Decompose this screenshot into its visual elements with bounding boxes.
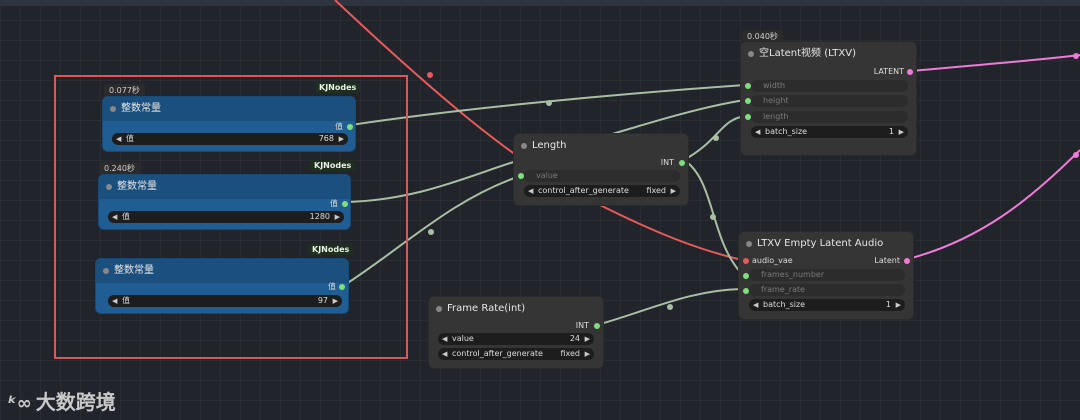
frame-rate-node[interactable]: Frame Rate(int) INT ◀ value 24 ▶ ◀ contr… (428, 296, 604, 369)
empty-latent-video-node[interactable]: 空Latent视频 (LTXV) LATENT width height len… (740, 41, 917, 156)
decrement-arrow-icon[interactable]: ◀ (528, 185, 533, 197)
collapse-dot-icon[interactable] (748, 51, 754, 57)
collapse-dot-icon[interactable] (521, 143, 527, 149)
audio-vae-label: audio_vae (752, 256, 793, 265)
value-input-placeholder[interactable]: value (524, 170, 680, 182)
frames-number-placeholder[interactable]: frames_number (749, 269, 905, 281)
increment-arrow-icon[interactable]: ▶ (671, 185, 676, 197)
collapse-dot-icon[interactable] (746, 241, 752, 247)
latent-output-socket[interactable] (907, 69, 913, 75)
latent-output-socket[interactable] (904, 258, 910, 264)
node-title[interactable]: Frame Rate(int) (429, 297, 603, 321)
watermark-logo: ᵏ∞ 大数跨境 (8, 390, 116, 414)
frame-rate-placeholder[interactable]: frame_rate (749, 284, 905, 296)
length-node[interactable]: Length INT value ◀ control_after_generat… (513, 133, 689, 206)
value-widget[interactable]: ◀ value 24 ▶ (438, 333, 594, 345)
increment-arrow-icon[interactable]: ▶ (899, 126, 904, 138)
top-toolbar-strip (0, 0, 1080, 6)
brand-logo-icon: ᵏ∞ (8, 393, 32, 414)
decrement-arrow-icon[interactable]: ◀ (442, 333, 447, 345)
output-label: Latent (874, 256, 900, 265)
node-title[interactable]: Length (514, 134, 688, 158)
output-label: INT (660, 158, 674, 167)
decrement-arrow-icon[interactable]: ◀ (755, 126, 760, 138)
control-after-generate-widget[interactable]: ◀ control_after_generate fixed ▶ (524, 185, 680, 197)
output-socket[interactable] (679, 160, 685, 166)
increment-arrow-icon[interactable]: ▶ (896, 299, 901, 311)
length-input-placeholder[interactable]: length (751, 111, 908, 123)
decrement-arrow-icon[interactable]: ◀ (753, 299, 758, 311)
width-input-placeholder[interactable]: width (751, 80, 908, 92)
highlight-annotation-box (54, 75, 408, 359)
batch-size-widget[interactable]: ◀ batch_size 1 ▶ (751, 126, 908, 138)
decrement-arrow-icon[interactable]: ◀ (442, 348, 447, 360)
collapse-dot-icon[interactable] (436, 306, 442, 312)
node-title[interactable]: LTXV Empty Latent Audio (739, 232, 913, 256)
increment-arrow-icon[interactable]: ▶ (585, 333, 590, 345)
empty-latent-audio-node[interactable]: LTXV Empty Latent Audio audio_vae Latent… (738, 231, 914, 320)
output-socket[interactable] (594, 323, 600, 329)
audio-vae-input-socket[interactable] (743, 258, 749, 264)
increment-arrow-icon[interactable]: ▶ (585, 348, 590, 360)
control-after-generate-widget[interactable]: ◀ control_after_generate fixed ▶ (438, 348, 594, 360)
output-label: INT (575, 321, 589, 330)
batch-size-widget[interactable]: ◀ batch_size 1 ▶ (749, 299, 905, 311)
height-input-placeholder[interactable]: height (751, 95, 908, 107)
output-label: LATENT (873, 67, 904, 76)
node-title[interactable]: 空Latent视频 (LTXV) (741, 42, 916, 66)
